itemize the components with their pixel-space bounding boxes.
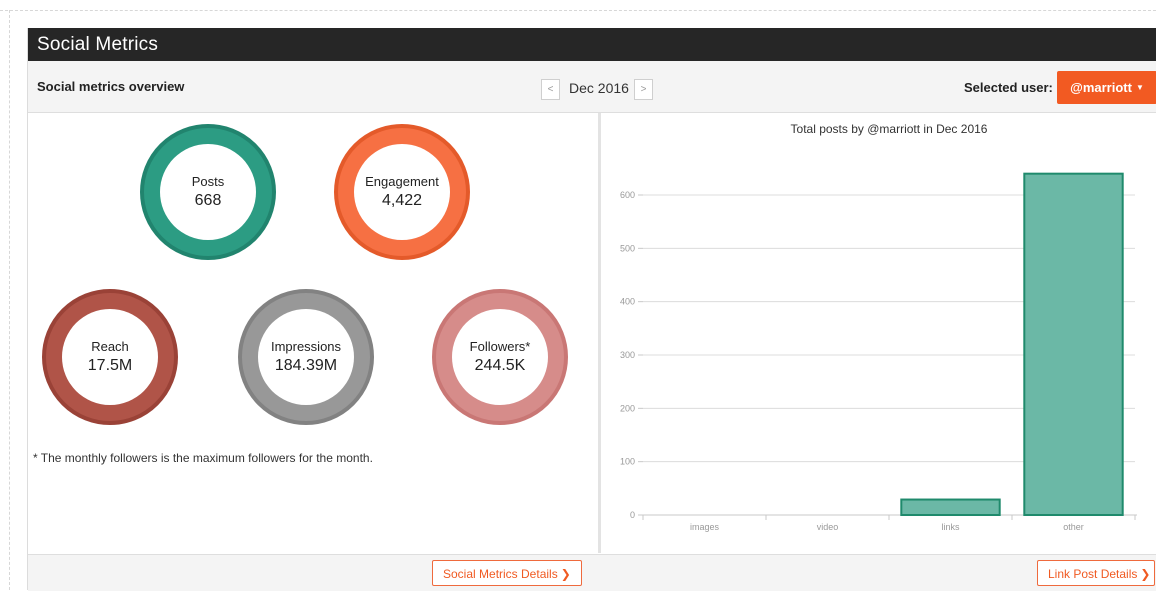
x-tick-label: images (690, 522, 720, 532)
link-post-details-button[interactable]: Link Post Details ❯ (1037, 560, 1155, 586)
reach-metric-ring: Reach 17.5M (42, 289, 178, 425)
social-metrics-details-button[interactable]: Social Metrics Details ❯ (432, 560, 582, 586)
impressions-metric-ring: Impressions 184.39M (238, 289, 374, 425)
followers-label: Followers* (469, 339, 531, 354)
x-tick-label: other (1063, 522, 1084, 532)
link-post-details-label: Link Post Details (1048, 567, 1138, 581)
x-tick-label: links (941, 522, 960, 532)
overview-label: Social metrics overview (37, 79, 185, 94)
posts-value: 668 (194, 192, 222, 209)
impressions-metric-center: Impressions 184.39M (258, 309, 354, 405)
frame-border-top (0, 10, 1156, 11)
bar-links (900, 498, 1001, 516)
widget-title: Social Metrics (37, 34, 159, 55)
followers-metric-ring: Followers* 244.5K (432, 289, 568, 425)
y-tick-label: 100 (620, 457, 635, 467)
toolbar: Social metrics overview < Dec 2016 > Sel… (28, 61, 1156, 113)
posts-metric-ring: Posts 668 (140, 124, 276, 260)
engagement-value: 4,422 (381, 192, 423, 209)
footer-bar: Social Metrics Details ❯ Link Post Detail… (28, 554, 1156, 591)
selected-user-label: Selected user: (964, 80, 1053, 95)
next-month-button[interactable]: > (634, 79, 653, 100)
followers-value: 244.5K (474, 357, 526, 374)
y-tick-label: 300 (620, 350, 635, 360)
y-tick-label: 400 (620, 297, 635, 307)
posts-chart-panel: Total posts by @marriott in Dec 2016 0 10… (601, 113, 1156, 553)
engagement-metric-center: Engagement 4,422 (354, 144, 450, 240)
frame-border-left (9, 10, 10, 590)
social-metrics-widget: Social Metrics Social metrics overview <… (27, 28, 1156, 591)
reach-value: 17.5M (87, 357, 133, 374)
engagement-metric-ring: Engagement 4,422 (334, 124, 470, 260)
impressions-value: 184.39M (274, 357, 338, 374)
chevron-right-icon: ❯ (1140, 567, 1151, 581)
reach-label: Reach (91, 339, 129, 354)
bar-other (1023, 172, 1124, 517)
social-metrics-details-label: Social Metrics Details (443, 567, 558, 581)
previous-month-button[interactable]: < (541, 79, 560, 100)
x-tick-label: video (817, 522, 839, 532)
current-month-label: Dec 2016 (569, 80, 629, 96)
y-tick-label: 0 (630, 510, 635, 520)
posts-metric-center: Posts 668 (160, 144, 256, 240)
user-select-button[interactable]: @marriott ▼ (1057, 71, 1156, 104)
chevron-right-icon: ❯ (560, 567, 571, 581)
impressions-label: Impressions (270, 339, 342, 354)
followers-metric-center: Followers* 244.5K (452, 309, 548, 405)
y-tick-label: 200 (620, 403, 635, 413)
title-bar: Social Metrics (28, 28, 1156, 61)
y-tick-label: 600 (620, 190, 635, 200)
reach-metric-center: Reach 17.5M (62, 309, 158, 405)
chevron-down-icon: ▼ (1135, 83, 1144, 92)
followers-footnote: * The monthly followers is the maximum f… (33, 451, 373, 465)
y-tick-label: 500 (620, 243, 635, 253)
posts-bar-chart: 0 100 200 300 400 500 600 images video links other (620, 172, 1137, 532)
engagement-label: Engagement (365, 174, 439, 189)
metrics-overview-panel: Posts 668 Engagement 4,422 Reach 17.5M I… (28, 113, 598, 553)
posts-label: Posts (191, 174, 225, 189)
user-select-value: @marriott (1070, 80, 1132, 95)
